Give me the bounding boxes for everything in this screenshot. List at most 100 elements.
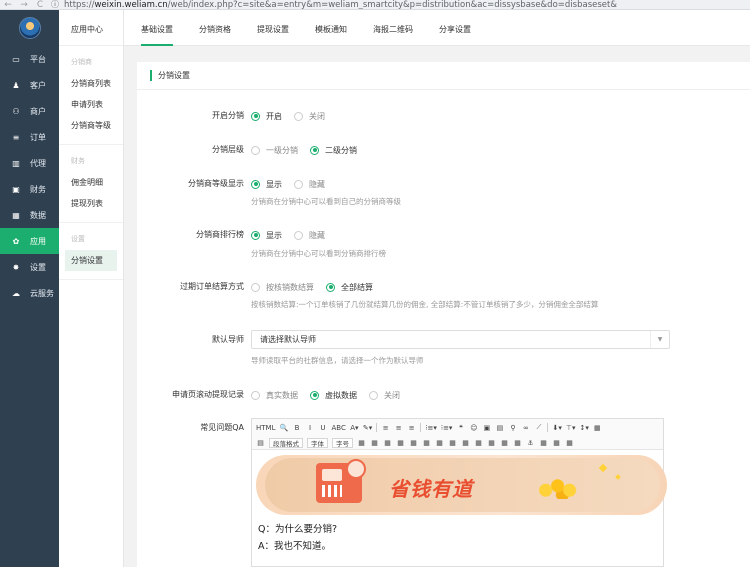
editor-tool-button[interactable]: ▦ xyxy=(396,438,405,448)
radio-checked-icon[interactable] xyxy=(251,230,260,240)
editor-dropdown[interactable]: 字体 xyxy=(307,437,328,448)
radio-unchecked-icon[interactable] xyxy=(251,282,260,292)
editor-tool-button[interactable]: ≡ xyxy=(407,423,416,433)
submenu-link[interactable]: 提现列表 xyxy=(59,193,123,214)
radio-option[interactable]: 全部结算 xyxy=(326,282,373,293)
sidebar-item-6[interactable]: ▦ 数据 xyxy=(0,202,59,228)
editor-tool-button[interactable]: ∞ xyxy=(521,423,530,433)
site-info-icon[interactable]: ⓘ xyxy=(48,0,62,9)
tab-4[interactable]: 海报二维码 xyxy=(373,10,413,46)
editor-tool-button[interactable]: ▦ xyxy=(409,438,418,448)
sidebar-item-9[interactable]: ☁ 云服务 xyxy=(0,280,59,306)
submenu-link[interactable]: 分销商等级 xyxy=(59,115,123,136)
radio-option[interactable]: 真实数据 xyxy=(251,390,298,401)
editor-tool-button[interactable]: HTML xyxy=(256,423,275,433)
editor-tool-button[interactable]: ▦ xyxy=(487,438,496,448)
radio-option[interactable]: 关闭 xyxy=(294,111,325,122)
tab-2[interactable]: 提现设置 xyxy=(257,10,289,46)
editor-tool-button[interactable]: B xyxy=(292,423,301,433)
editor-tool-button[interactable]: ✎▾ xyxy=(363,423,372,433)
editor-tool-button[interactable]: ▦ xyxy=(593,423,602,433)
radio-checked-icon[interactable] xyxy=(326,282,335,292)
editor-tool-button[interactable]: ▦ xyxy=(552,438,561,448)
editor-tool-button[interactable]: ABC xyxy=(331,423,345,433)
editor-tool-button[interactable]: ▦ xyxy=(500,438,509,448)
editor-tool-button[interactable]: ▦ xyxy=(357,438,366,448)
sidebar-item-2[interactable]: ⚇ 商户 xyxy=(0,98,59,124)
logo[interactable] xyxy=(0,10,59,46)
sidebar-item-5[interactable]: ▣ 财务 xyxy=(0,176,59,202)
editor-tool-button[interactable]: ▦ xyxy=(370,438,379,448)
address-bar[interactable]: https://weixin.weliam.cn/web/index.php?c… xyxy=(64,0,617,9)
sidebar-item-7[interactable]: ✿ 应用 xyxy=(0,228,59,254)
radio-unchecked-icon[interactable] xyxy=(251,390,260,400)
radio-unchecked-icon[interactable] xyxy=(369,390,378,400)
sidebar-item-8[interactable]: ✸ 设置 xyxy=(0,254,59,280)
radio-option[interactable]: 虚拟数据 xyxy=(310,390,357,401)
mentor-select[interactable]: 请选择默认导师 ▼ xyxy=(251,330,670,349)
qa-question[interactable]: Q：为什么要分销? xyxy=(258,521,337,535)
editor-tool-button[interactable]: ⚓ xyxy=(526,438,535,448)
chevron-down-icon[interactable]: ▼ xyxy=(650,331,669,348)
submenu-link[interactable]: 分销商列表 xyxy=(59,73,123,94)
radio-checked-icon[interactable] xyxy=(251,111,260,121)
radio-option[interactable]: 二级分销 xyxy=(310,145,357,156)
editor-tool-button[interactable]: A▾ xyxy=(350,423,359,433)
tab-3[interactable]: 模板通知 xyxy=(315,10,347,46)
editor-tool-button[interactable]: ⟋ xyxy=(534,423,543,433)
editor-dropdown[interactable]: 段落格式 xyxy=(269,437,303,448)
editor-tool-button[interactable]: ❝ xyxy=(456,423,465,433)
sidebar-item-0[interactable]: ▭ 平台 xyxy=(0,46,59,72)
back-icon[interactable]: ← xyxy=(0,0,16,9)
radio-option[interactable]: 隐藏 xyxy=(294,230,325,241)
sidebar-item-4[interactable]: ▥ 代理 xyxy=(0,150,59,176)
editor-tool-button[interactable]: ▤ xyxy=(256,438,265,448)
editor-tool-button[interactable]: ▦ xyxy=(461,438,470,448)
editor-tool-button[interactable]: ▦ xyxy=(422,438,431,448)
editor-tool-button[interactable]: ▦ xyxy=(435,438,444,448)
radio-checked-icon[interactable] xyxy=(310,145,319,155)
radio-checked-icon[interactable] xyxy=(310,390,319,400)
editor-tool-button[interactable]: U xyxy=(318,423,327,433)
radio-unchecked-icon[interactable] xyxy=(294,179,303,189)
editor-dropdown[interactable]: 字号 xyxy=(332,437,353,448)
sidebar-item-1[interactable]: ♟ 客户 xyxy=(0,72,59,98)
submenu-link[interactable]: 分销设置 xyxy=(65,250,117,271)
editor-tool-button[interactable]: ▦ xyxy=(448,438,457,448)
radio-option[interactable]: 显示 xyxy=(251,230,282,241)
radio-unchecked-icon[interactable] xyxy=(294,111,303,121)
editor-tool-button[interactable]: ↕▾ xyxy=(579,423,588,433)
qa-answer[interactable]: A：我也不知道。 xyxy=(258,538,331,552)
editor-tool-button[interactable]: ☺ xyxy=(469,423,478,433)
submenu-link[interactable]: 佣金明细 xyxy=(59,172,123,193)
editor-tool-button[interactable]: ⚲ xyxy=(508,423,517,433)
reload-icon[interactable]: C xyxy=(32,0,48,9)
editor-tool-button[interactable]: 🔍 xyxy=(279,423,289,433)
radio-unchecked-icon[interactable] xyxy=(294,230,303,240)
editor-tool-button[interactable]: ▦ xyxy=(565,438,574,448)
editor-tool-button[interactable]: ≡ xyxy=(394,423,403,433)
forward-icon[interactable]: → xyxy=(16,0,32,9)
tab-0[interactable]: 基础设置 xyxy=(141,10,173,46)
editor-tool-button[interactable]: ▦ xyxy=(539,438,548,448)
editor-tool-button[interactable]: ▣ xyxy=(482,423,491,433)
editor-tool-button[interactable]: ⬇▾ xyxy=(552,423,561,433)
editor-tool-button[interactable]: I xyxy=(305,423,314,433)
editor-tool-button[interactable]: ⊤▾ xyxy=(566,423,576,433)
radio-option[interactable]: 一级分销 xyxy=(251,145,298,156)
editor-tool-button[interactable]: ▦ xyxy=(474,438,483,448)
radio-checked-icon[interactable] xyxy=(251,179,260,189)
editor-tool-button[interactable]: ⁝≡▾ xyxy=(425,423,437,433)
editor-tool-button[interactable]: ⁝≡▾ xyxy=(441,423,453,433)
tab-1[interactable]: 分销资格 xyxy=(199,10,231,46)
radio-option[interactable]: 显示 xyxy=(251,179,282,190)
editor-tool-button[interactable]: ▦ xyxy=(513,438,522,448)
radio-unchecked-icon[interactable] xyxy=(251,145,260,155)
sidebar-item-3[interactable]: ≡ 订单 xyxy=(0,124,59,150)
submenu-link[interactable]: 申请列表 xyxy=(59,94,123,115)
editor-tool-button[interactable]: ≡ xyxy=(381,423,390,433)
tab-5[interactable]: 分享设置 xyxy=(439,10,471,46)
radio-option[interactable]: 开启 xyxy=(251,111,282,122)
radio-option[interactable]: 隐藏 xyxy=(294,179,325,190)
radio-option[interactable]: 按核销数结算 xyxy=(251,282,314,293)
